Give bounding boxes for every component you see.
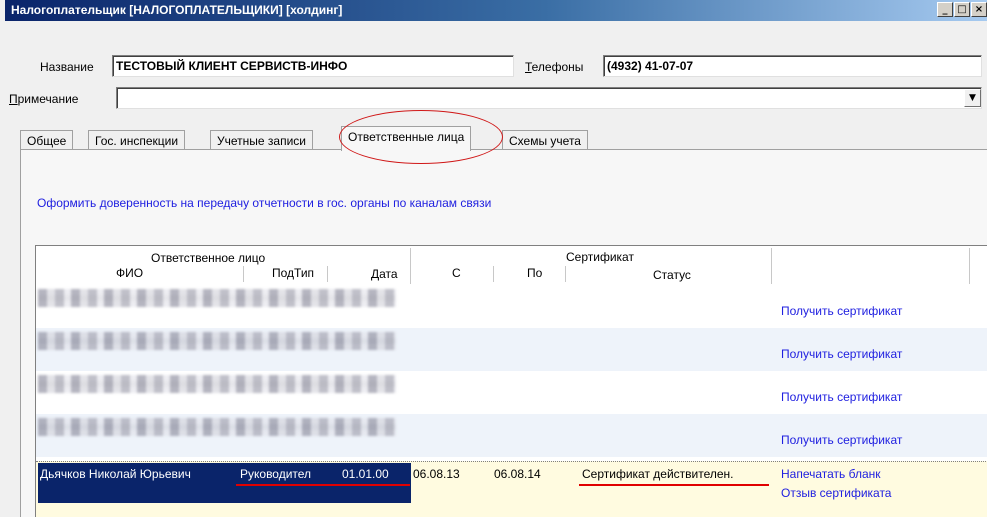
table-row[interactable]: Получить сертификат <box>36 328 987 371</box>
table-row[interactable]: Получить сертификат <box>36 371 987 414</box>
close-button[interactable]: × <box>971 2 987 17</box>
print-form-link[interactable]: Напечатать бланк <box>781 467 881 481</box>
annotation-underline <box>579 484 769 486</box>
get-certificate-link[interactable]: Получить сертификат <box>781 304 902 318</box>
redacted-name <box>38 332 396 350</box>
header-divider <box>493 266 494 282</box>
row-status: Сертификат действителен. <box>582 467 734 481</box>
note-label-rest: римечание <box>17 92 79 106</box>
taxpayer-window: Налогоплательщик [НАЛОГОПЛАТЕЛЬЩИКИ] [хо… <box>0 0 987 517</box>
name-label: Название <box>40 60 94 74</box>
row-from: 06.08.13 <box>413 467 460 481</box>
minimize-button[interactable]: _ <box>937 2 953 17</box>
table-row[interactable]: Получить сертификат <box>36 285 987 328</box>
responsible-persons-grid: Ответственное лицо Сертификат ФИО ПодТип… <box>35 245 987 517</box>
tab-accounting-schemes[interactable]: Схемы учета <box>502 130 588 150</box>
selected-table-row[interactable]: Дьячков Николай Юрьевич Руководител 01.0… <box>36 461 987 517</box>
table-row[interactable]: Получить сертификат <box>36 414 987 457</box>
phones-label-accel: Т <box>525 60 532 74</box>
row-to: 06.08.14 <box>494 467 541 481</box>
header-subtype[interactable]: ПодТип <box>272 266 314 280</box>
header-date[interactable]: Дата <box>371 267 398 281</box>
header-from[interactable]: С <box>452 266 461 280</box>
header-responsible-person: Ответственное лицо <box>151 251 266 265</box>
phones-input[interactable]: (4932) 41-07-07 <box>603 55 982 77</box>
header-status[interactable]: Статус <box>653 268 691 282</box>
header-divider <box>969 248 970 284</box>
redacted-name <box>38 375 396 393</box>
redacted-name <box>38 418 396 436</box>
header-to[interactable]: По <box>527 266 542 280</box>
tab-inspections[interactable]: Гос. инспекции <box>88 130 186 150</box>
row-fio: Дьячков Николай Юрьевич <box>40 467 191 481</box>
header-certificate: Сертификат <box>566 250 634 264</box>
note-label: Примечание <box>9 92 78 106</box>
note-label-accel: П <box>9 92 18 106</box>
annotation-underline <box>236 484 410 486</box>
redacted-name <box>38 289 396 307</box>
note-combo[interactable] <box>116 87 982 109</box>
phones-label: Телефоны <box>525 60 583 74</box>
header-divider <box>771 248 772 284</box>
annotation-ellipse <box>339 110 503 164</box>
name-input[interactable]: ТЕСТОВЫЙ КЛИЕНТ СЕРВИСТВ-ИНФО <box>112 55 514 77</box>
proxy-link[interactable]: Оформить доверенность на передачу отчетн… <box>37 196 491 210</box>
header-divider <box>243 266 244 282</box>
grid-header: Ответственное лицо Сертификат ФИО ПодТип… <box>36 246 987 286</box>
tab-accounts[interactable]: Учетные записи <box>210 130 313 150</box>
header-divider <box>327 266 328 282</box>
tab-general[interactable]: Общее <box>20 130 74 150</box>
header-divider <box>410 248 411 284</box>
row-subtype: Руководител <box>240 467 312 481</box>
window-title: Налогоплательщик [НАЛОГОПЛАТЕЛЬЩИКИ] [хо… <box>11 3 343 17</box>
get-certificate-link[interactable]: Получить сертификат <box>781 390 902 404</box>
title-bar[interactable]: Налогоплательщик [НАЛОГОПЛАТЕЛЬЩИКИ] [хо… <box>5 0 987 21</box>
header-fio[interactable]: ФИО <box>116 266 143 280</box>
revoke-certificate-link[interactable]: Отзыв сертификата <box>781 486 891 500</box>
maximize-button[interactable]: □ <box>954 2 970 17</box>
get-certificate-link[interactable]: Получить сертификат <box>781 347 902 361</box>
chevron-down-icon[interactable]: ▼ <box>964 89 981 107</box>
window-controls: _ □ × <box>937 2 987 17</box>
tab-panel: Оформить доверенность на передачу отчетн… <box>20 149 987 517</box>
header-divider <box>565 266 566 282</box>
phones-label-rest: елефоны <box>531 60 584 74</box>
row-date: 01.01.00 <box>342 467 389 481</box>
get-certificate-link[interactable]: Получить сертификат <box>781 433 902 447</box>
